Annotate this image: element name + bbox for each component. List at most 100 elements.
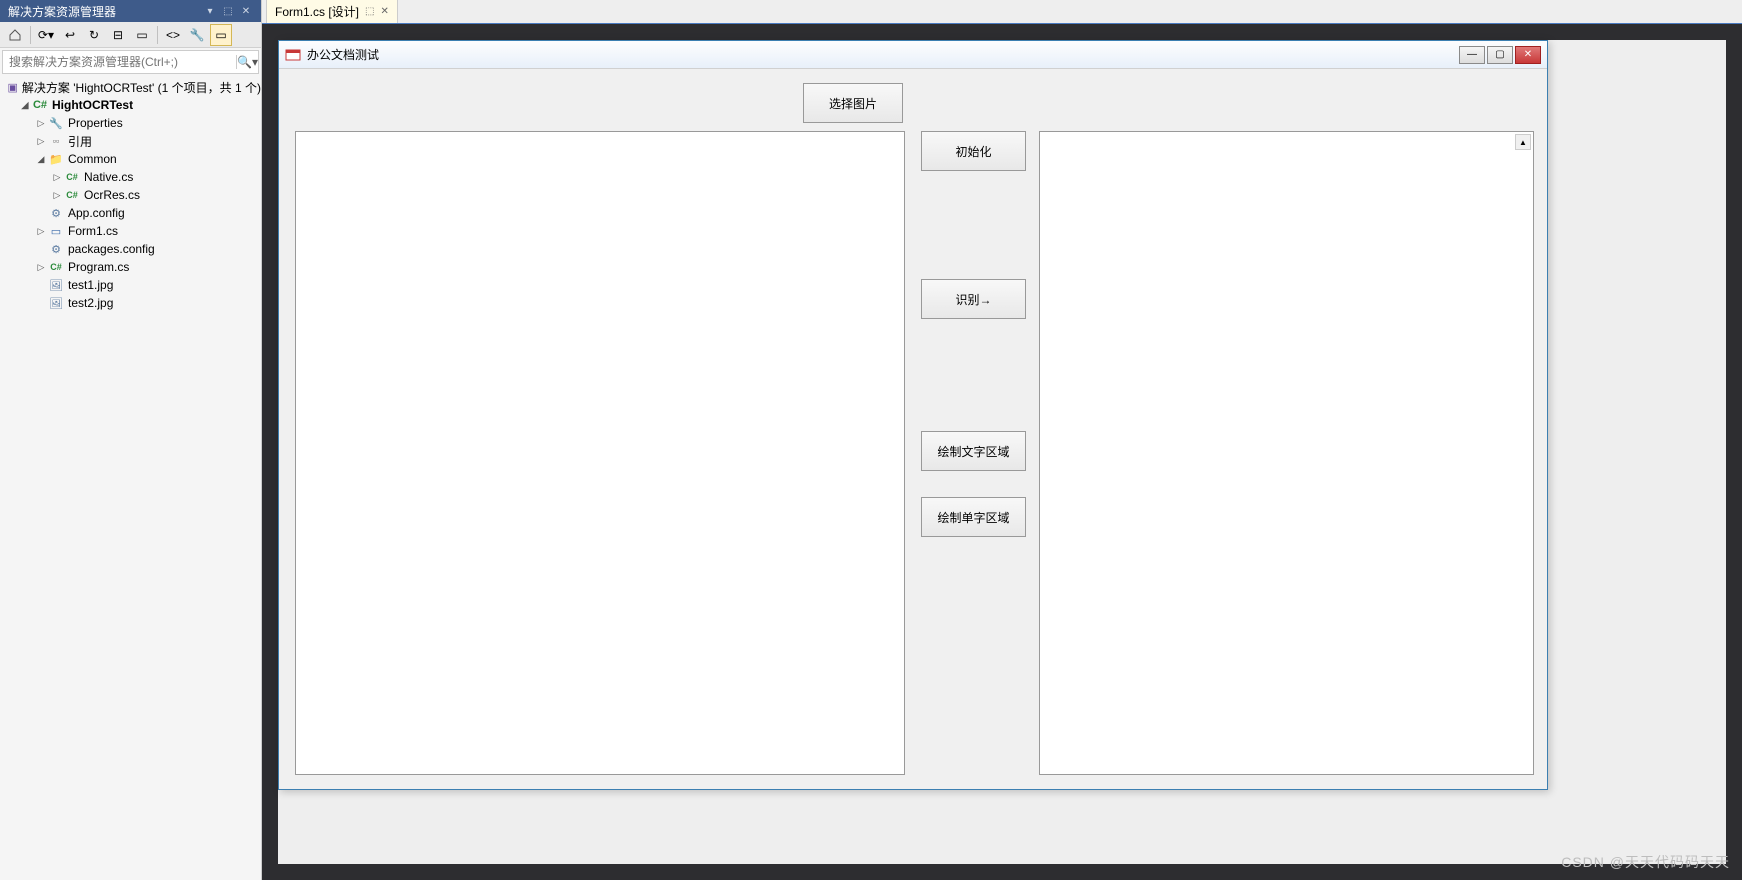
tab-label: Form1.cs [设计]	[275, 3, 359, 20]
config-file-icon: ⚙	[48, 205, 64, 221]
tree-file-ocrres[interactable]: ▷ C# OcrRes.cs	[0, 186, 261, 204]
tree-label: Properties	[68, 116, 123, 130]
image-panel[interactable]	[295, 131, 905, 775]
pin-icon[interactable]: ⬚	[365, 6, 374, 17]
chevron-down-icon[interactable]: ◢	[18, 98, 32, 112]
properties-icon[interactable]: 🔧	[186, 24, 208, 46]
sync-icon[interactable]: ↻	[83, 24, 105, 46]
winform-titlebar[interactable]: 办公文档测试 — ▢ ✕	[279, 41, 1547, 69]
button-label: 绘制单字区域	[937, 509, 1009, 526]
winform-window[interactable]: 办公文档测试 — ▢ ✕ 选择图片 初始化 识别→	[278, 40, 1548, 790]
chevron-right-icon[interactable]: ▷	[50, 170, 64, 184]
tree-properties-node[interactable]: ▷ 🔧 Properties	[0, 114, 261, 132]
designer-canvas[interactable]: 办公文档测试 — ▢ ✕ 选择图片 初始化 识别→	[278, 40, 1726, 864]
recognize-button[interactable]: 识别→	[921, 279, 1026, 319]
chevron-right-icon[interactable]: ▷	[34, 260, 48, 274]
tree-references-node[interactable]: ▷ ▫▫ 引用	[0, 132, 261, 150]
init-button[interactable]: 初始化	[921, 131, 1026, 171]
tree-file-test2[interactable]: ▷ 🖼 test2.jpg	[0, 294, 261, 312]
winform-client-area[interactable]: 选择图片 初始化 识别→ 绘制文字区域 绘制单字区域 ▲	[279, 69, 1547, 789]
button-label: 绘制文字区域	[937, 443, 1009, 460]
tree-label: Native.cs	[84, 170, 133, 184]
tree-file-packages[interactable]: ▷ ⚙ packages.config	[0, 240, 261, 258]
home-icon[interactable]	[4, 24, 26, 46]
tree-label: 解决方案 'HightOCRTest' (1 个项目，共 1 个)	[22, 79, 261, 96]
chevron-down-icon[interactable]: ◢	[34, 152, 48, 166]
csharp-file-icon: C#	[64, 169, 80, 185]
tree-label: test2.jpg	[68, 296, 113, 310]
tree-label: Form1.cs	[68, 224, 118, 238]
spacer: ▷	[34, 242, 48, 256]
draw-text-area-button[interactable]: 绘制文字区域	[921, 431, 1026, 471]
panel-title-controls: ▾ ⬚ ✕	[203, 4, 253, 18]
search-icon[interactable]: 🔍▾	[236, 55, 258, 69]
tree-label: Common	[68, 152, 117, 166]
csharp-project-icon: C#	[32, 97, 48, 113]
tree-label: OcrRes.cs	[84, 188, 140, 202]
panel-menu-icon[interactable]: ▾	[203, 4, 217, 18]
close-icon[interactable]: ✕	[380, 6, 388, 17]
chevron-right-icon[interactable]: ▷	[50, 188, 64, 202]
tree-label: packages.config	[68, 242, 155, 256]
document-tab-form1-design[interactable]: Form1.cs [设计] ⬚ ✕	[266, 0, 398, 23]
show-all-icon[interactable]: ▭	[131, 24, 153, 46]
tree-solution-node[interactable]: ▣ 解决方案 'HightOCRTest' (1 个项目，共 1 个)	[0, 78, 261, 96]
solution-explorer-title: 解决方案资源管理器	[8, 3, 116, 20]
winform-title-text: 办公文档测试	[307, 46, 379, 63]
draw-char-area-button[interactable]: 绘制单字区域	[921, 497, 1026, 537]
code-icon[interactable]: <>	[162, 24, 184, 46]
select-image-button[interactable]: 选择图片	[803, 83, 903, 123]
spacer: ▷	[34, 296, 48, 310]
result-textbox[interactable]: ▲	[1039, 131, 1534, 775]
tree-label: Program.cs	[68, 260, 129, 274]
tree-label: HightOCRTest	[52, 98, 133, 112]
references-icon: ▫▫	[48, 133, 64, 149]
scroll-up-icon[interactable]: ▲	[1515, 134, 1531, 150]
watermark-text: CSDN @天天代码码天天	[1561, 852, 1730, 872]
close-button[interactable]: ✕	[1515, 46, 1541, 64]
minimize-button[interactable]: —	[1459, 46, 1485, 64]
form-file-icon: ▭	[48, 223, 64, 239]
solution-tree[interactable]: ▣ 解决方案 'HightOCRTest' (1 个项目，共 1 个) ◢ C#…	[0, 76, 261, 880]
collapse-icon[interactable]: ⊟	[107, 24, 129, 46]
solution-search-input[interactable]	[3, 55, 236, 69]
tree-file-program[interactable]: ▷ C# Program.cs	[0, 258, 261, 276]
toolbar-separator	[30, 26, 31, 44]
csharp-file-icon: C#	[48, 259, 64, 275]
preview-icon[interactable]: ▭	[210, 24, 232, 46]
solution-search[interactable]: 🔍▾	[2, 50, 259, 74]
tree-project-node[interactable]: ◢ C# HightOCRTest	[0, 96, 261, 114]
maximize-button[interactable]: ▢	[1487, 46, 1513, 64]
solution-explorer-panel: 解决方案资源管理器 ▾ ⬚ ✕ ⟳▾ ↩ ↻ ⊟ ▭ <> 🔧 ▭ 🔍▾ ▣ 解…	[0, 0, 262, 880]
folder-icon: 📁	[48, 151, 64, 167]
app-icon	[285, 47, 301, 63]
chevron-right-icon[interactable]: ▷	[34, 224, 48, 238]
tree-label: test1.jpg	[68, 278, 113, 292]
button-label: 初始化	[955, 143, 991, 160]
tree-folder-common[interactable]: ◢ 📁 Common	[0, 150, 261, 168]
image-file-icon: 🖼	[48, 295, 64, 311]
tree-file-form1[interactable]: ▷ ▭ Form1.cs	[0, 222, 261, 240]
tree-file-test1[interactable]: ▷ 🖼 test1.jpg	[0, 276, 261, 294]
chevron-right-icon[interactable]: ▷	[34, 116, 48, 130]
tree-file-native[interactable]: ▷ C# Native.cs	[0, 168, 261, 186]
back-icon[interactable]: ↩	[59, 24, 81, 46]
refresh-icon[interactable]: ⟳▾	[35, 24, 57, 46]
window-controls: — ▢ ✕	[1459, 46, 1541, 64]
spacer: ▷	[34, 206, 48, 220]
tree-label: App.config	[68, 206, 125, 220]
designer-surface[interactable]: 办公文档测试 — ▢ ✕ 选择图片 初始化 识别→	[262, 24, 1742, 880]
tree-label: 引用	[68, 133, 92, 150]
spacer: ▷	[34, 278, 48, 292]
chevron-right-icon[interactable]: ▷	[34, 134, 48, 148]
config-file-icon: ⚙	[48, 241, 64, 257]
solution-icon: ▣	[8, 79, 18, 95]
image-file-icon: 🖼	[48, 277, 64, 293]
close-icon[interactable]: ✕	[239, 4, 253, 18]
button-label: 识别→	[955, 291, 991, 308]
csharp-file-icon: C#	[64, 187, 80, 203]
wrench-icon: 🔧	[48, 115, 64, 131]
pin-icon[interactable]: ⬚	[221, 4, 235, 18]
tree-file-appconfig[interactable]: ▷ ⚙ App.config	[0, 204, 261, 222]
solution-explorer-toolbar: ⟳▾ ↩ ↻ ⊟ ▭ <> 🔧 ▭	[0, 22, 261, 48]
